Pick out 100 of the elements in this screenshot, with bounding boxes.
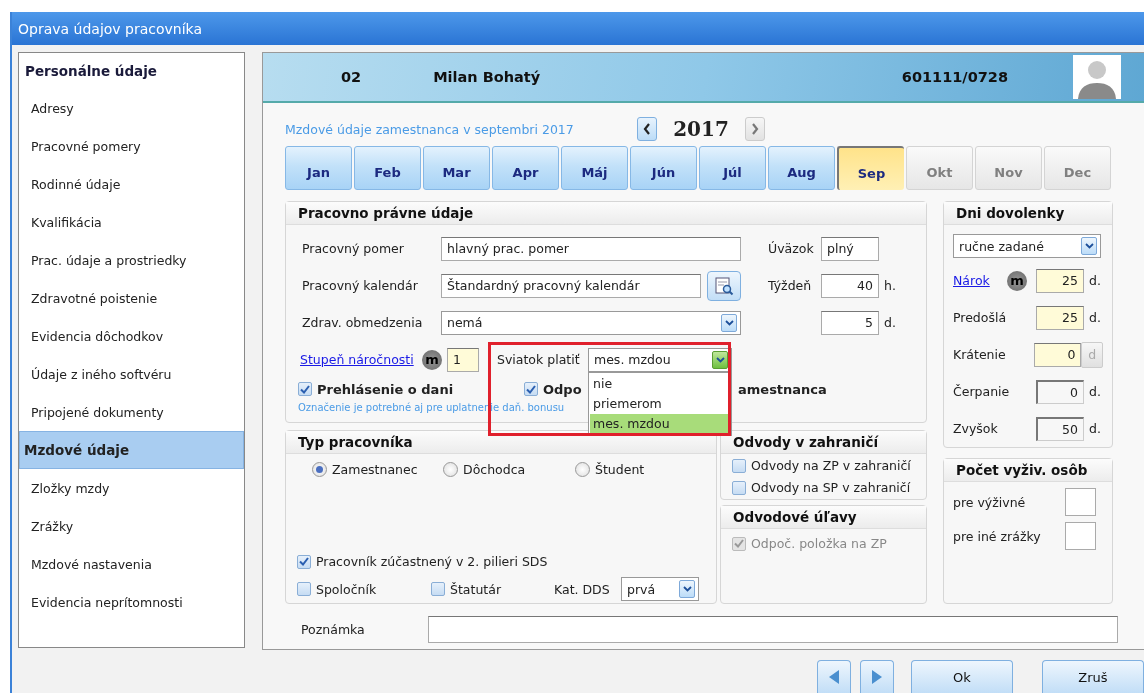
difficulty-link[interactable]: Stupeň náročnosti bbox=[300, 352, 422, 367]
input-field[interactable]: 5 bbox=[821, 310, 879, 335]
ok-button[interactable]: Ok bbox=[911, 660, 1013, 693]
field-label: Kat. DDS bbox=[554, 581, 611, 597]
section-title: Pracovno právne údaje bbox=[286, 202, 926, 225]
checkbox-label: amestnanca bbox=[738, 381, 827, 397]
m-badge: m bbox=[422, 349, 442, 370]
calendar-search-button[interactable] bbox=[707, 270, 741, 301]
checkbox[interactable] bbox=[431, 582, 445, 596]
field-label: Pracovný pomer bbox=[302, 241, 405, 256]
checkbox-label: Spoločník bbox=[316, 581, 377, 597]
month-tab[interactable]: Aug bbox=[768, 146, 835, 190]
month-tab[interactable]: Jún bbox=[630, 146, 697, 190]
radio-button[interactable] bbox=[575, 462, 590, 477]
dropdown[interactable]: nemá bbox=[441, 310, 741, 335]
sidebar-item[interactable]: Zdravotné poistenie bbox=[19, 279, 244, 317]
sidebar-item[interactable]: Pripojené dokumenty bbox=[19, 393, 244, 431]
checkbox[interactable] bbox=[297, 554, 311, 569]
triangle-left-icon bbox=[828, 669, 840, 685]
dropdown-option[interactable]: mes. mzdou bbox=[590, 413, 730, 434]
sidebar-item[interactable]: Pracovné pomery bbox=[19, 127, 244, 165]
checkbox[interactable] bbox=[298, 382, 312, 396]
month-tab[interactable]: Jan bbox=[285, 146, 352, 190]
checkbox-label: Pracovník zúčastnený v 2. pilieri SDS bbox=[316, 554, 548, 569]
checkbox-label: Odpo bbox=[543, 381, 582, 397]
dropdown-option[interactable]: priemerom bbox=[590, 393, 730, 414]
section-title: Odvodové úľavy bbox=[721, 506, 926, 529]
input-field[interactable]: 25 bbox=[1036, 268, 1084, 293]
input-field[interactable]: 25 bbox=[1036, 305, 1084, 330]
field-label: Zvyšok bbox=[953, 421, 999, 436]
checkbox[interactable] bbox=[732, 480, 746, 495]
checkbox[interactable] bbox=[297, 582, 311, 596]
month-tab[interactable]: Máj bbox=[561, 146, 628, 190]
input-field[interactable]: hlavný prac. pomer bbox=[441, 236, 741, 261]
month-tab[interactable]: Júl bbox=[699, 146, 766, 190]
field-label: Zdrav. obmedzenia bbox=[302, 315, 424, 330]
sidebar-item[interactable]: Adresy bbox=[19, 89, 244, 127]
checkbox-label: Odvody na SP v zahraničí bbox=[751, 480, 911, 495]
input-field[interactable] bbox=[1065, 488, 1096, 516]
chevron-right-icon bbox=[751, 123, 759, 135]
birth-number: 601111/0728 bbox=[901, 69, 1008, 85]
sidebar-item[interactable]: Mzdové údaje bbox=[19, 431, 244, 469]
previous-button[interactable] bbox=[817, 660, 851, 693]
month-tab[interactable]: Sep bbox=[837, 146, 904, 190]
chevron-down-icon bbox=[1084, 243, 1094, 249]
dropdown-option[interactable]: nie bbox=[590, 373, 730, 394]
calendar-search-icon bbox=[714, 275, 734, 296]
checkbox-label: Odpoč. položka na ZP bbox=[751, 536, 887, 551]
checkbox-label: Štatutár bbox=[450, 581, 502, 597]
month-tab[interactable]: Mar bbox=[423, 146, 490, 190]
unit-label: d. bbox=[1089, 273, 1101, 288]
checkbox[interactable] bbox=[524, 382, 538, 396]
section-title: Odvody v zahraničí bbox=[721, 431, 926, 454]
field-label: Poznámka bbox=[301, 622, 366, 637]
entitlement-link[interactable]: Nárok bbox=[953, 273, 1007, 288]
field-label: Sviatok platiť bbox=[497, 352, 581, 367]
checkbox[interactable] bbox=[732, 458, 746, 473]
unit-label: h. bbox=[884, 278, 896, 293]
sidebar-item[interactable]: Údaje z iného softvéru bbox=[19, 355, 244, 393]
previous-year-button[interactable] bbox=[637, 117, 657, 141]
m-badge: m bbox=[1007, 270, 1027, 291]
sidebar-header[interactable]: Personálne údaje bbox=[19, 53, 244, 89]
input-field[interactable] bbox=[1065, 522, 1096, 550]
input-field[interactable]: 0 bbox=[1036, 379, 1084, 404]
radio-label: Zamestnanec bbox=[332, 462, 418, 477]
next-year-button[interactable] bbox=[745, 117, 765, 141]
dropdown[interactable]: prvá bbox=[621, 577, 699, 601]
section-title: Dni dovolenky bbox=[944, 202, 1112, 225]
radio-button[interactable] bbox=[443, 462, 458, 477]
sidebar-item[interactable]: Mzdové nastavenia bbox=[19, 545, 244, 583]
input-field[interactable]: 0 bbox=[1034, 342, 1082, 367]
input-field[interactable]: Štandardný pracovný kalendár bbox=[441, 273, 701, 298]
dropdown[interactable]: ručne zadané bbox=[953, 234, 1101, 258]
chevron-left-icon bbox=[643, 123, 651, 135]
month-tab[interactable]: Feb bbox=[354, 146, 421, 190]
note-field[interactable] bbox=[428, 616, 1118, 643]
input-field[interactable]: 40 bbox=[821, 273, 879, 298]
field-label: Krátenie bbox=[953, 347, 1007, 362]
sidebar-item[interactable]: Prac. údaje a prostriedky bbox=[19, 241, 244, 279]
year-label: 2017 bbox=[672, 116, 730, 142]
field-label: Pracovný kalendár bbox=[302, 278, 419, 293]
cancel-button[interactable]: Zruš bbox=[1042, 660, 1144, 693]
employee-name: Milan Bohatý bbox=[433, 69, 541, 85]
checkbox-label: Odvody na ZP v zahraničí bbox=[751, 458, 911, 473]
input-field[interactable]: plný bbox=[821, 236, 879, 261]
month-tab[interactable]: Apr bbox=[492, 146, 559, 190]
field-label: Úväzok bbox=[768, 241, 815, 256]
sidebar-item[interactable]: Kvalifikácia bbox=[19, 203, 244, 241]
radio-label: Študent bbox=[595, 462, 645, 477]
sidebar-item[interactable]: Evidencia neprítomnosti bbox=[19, 583, 244, 621]
sidebar-item[interactable]: Zrážky bbox=[19, 507, 244, 545]
input-field[interactable]: 1 bbox=[447, 347, 479, 372]
radio-button[interactable] bbox=[312, 462, 327, 477]
dropdown[interactable]: mes. mzdou bbox=[588, 347, 732, 372]
sidebar-item[interactable]: Rodinné údaje bbox=[19, 165, 244, 203]
input-field[interactable]: 50 bbox=[1036, 416, 1084, 441]
next-button[interactable] bbox=[860, 660, 894, 693]
unit-label: d. bbox=[884, 315, 896, 330]
sidebar-item[interactable]: Zložky mzdy bbox=[19, 469, 244, 507]
sidebar-item[interactable]: Evidencia dôchodkov bbox=[19, 317, 244, 355]
